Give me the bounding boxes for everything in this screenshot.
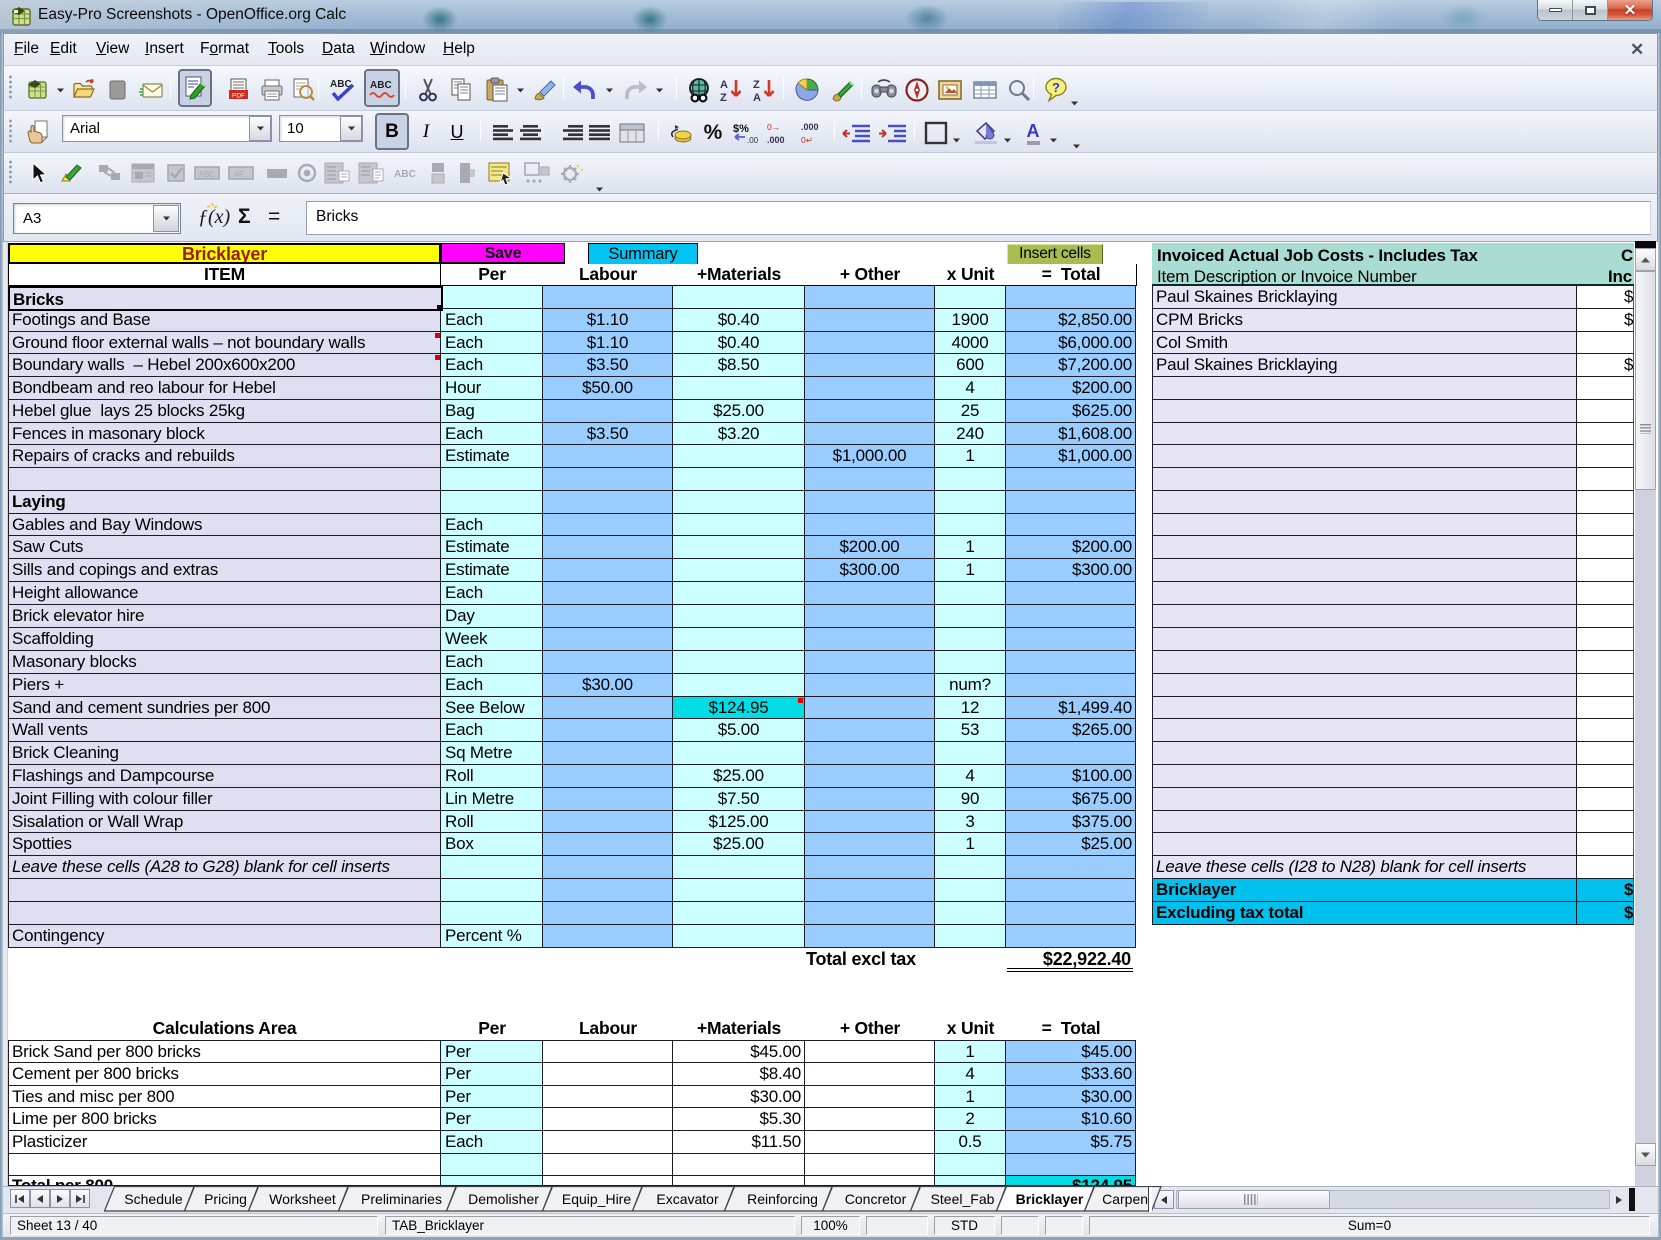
- svg-text:?: ?: [1052, 80, 1060, 95]
- svg-text:A: A: [753, 92, 761, 103]
- svg-text:.000: .000: [801, 122, 819, 132]
- svg-text:.00: .00: [747, 136, 759, 145]
- svg-text:.000: .000: [767, 135, 785, 145]
- svg-text:Z: Z: [753, 79, 760, 91]
- svg-text:ABC: ABC: [199, 170, 216, 179]
- svg-text:PDF: PDF: [232, 93, 245, 100]
- svg-text:A: A: [720, 79, 728, 91]
- svg-text:Z: Z: [720, 92, 727, 103]
- svg-text:0↵: 0↵: [801, 135, 813, 145]
- svg-text:0→: 0→: [767, 122, 780, 132]
- svg-text:ABC: ABC: [370, 80, 392, 91]
- svg-text:#F..: #F..: [235, 170, 248, 179]
- svg-text:ABC: ABC: [394, 169, 416, 180]
- svg-text:$%: $%: [733, 123, 749, 135]
